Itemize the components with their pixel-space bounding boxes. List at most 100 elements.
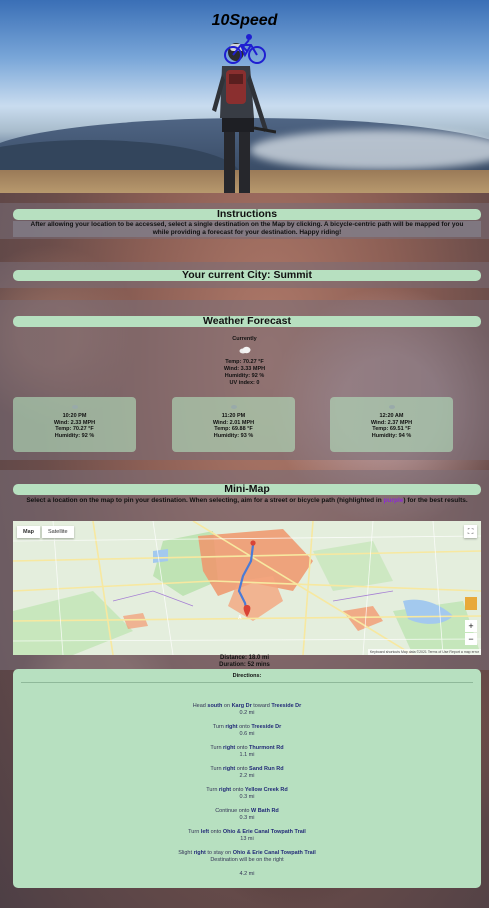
current-weather: Currently Temp: 70.27 °F Wind: 3.33 MPH … (0, 336, 489, 387)
map-footer-shortcuts[interactable]: Keyboard shortcuts (370, 650, 400, 654)
step-text: onto (237, 724, 252, 730)
directions-title: Directions: (232, 673, 262, 679)
cloud-icon (230, 405, 237, 409)
step-text: onto (231, 787, 245, 793)
map-tab-satellite[interactable]: Satellite (42, 526, 74, 538)
route-distance: Distance: 18.0 mi (219, 655, 270, 661)
instructions-header: Instructions (13, 209, 481, 220)
direction-distance: 0.3 mi (239, 794, 255, 800)
instructions-text: After allowing your location to be acces… (13, 221, 481, 237)
direction-instruction: Turn right onto Sand Run Rd (13, 766, 481, 773)
minimap-section: Mini-Map (13, 484, 481, 495)
direction-instruction: Slight right to stay on Ohio & Erie Cana… (13, 850, 481, 857)
step-text: onto (209, 829, 223, 835)
step-text: Slight (178, 850, 194, 856)
route-duration: Duration: 52 mins (219, 662, 270, 668)
step-text: Turn (210, 745, 224, 751)
direction-note: Destination will be on the right (210, 857, 284, 863)
map-footer-data: Map data ©2021 (400, 650, 427, 654)
forecast-humidity: Humidity: 93 % (213, 432, 254, 439)
map-graphic (13, 521, 481, 655)
current-temp: Temp: 70.27 °F (225, 359, 264, 365)
direction-instruction: Turn right onto Thurmont Rd (13, 745, 481, 752)
direction-distance: 0.2 mi (239, 710, 255, 716)
step-text: on (222, 703, 232, 709)
direction-instruction: Head south on Karg Dr toward Treeside Dr (13, 703, 481, 710)
direction-step: Turn right onto Sand Run Rd 2.2 mi (13, 766, 481, 780)
step-maneuver: right (223, 766, 236, 772)
step-maneuver: right (193, 850, 206, 856)
weather-section: Weather Forecast (13, 316, 481, 327)
direction-step: Turn left onto Ohio & Erie Canal Towpath… (13, 829, 481, 843)
step-text: Continue onto (215, 808, 251, 814)
direction-step: Turn right onto Treeside Dr 0.6 mi (13, 724, 481, 738)
direction-distance: 4.2 mi (239, 871, 255, 877)
current-humidity: Humidity: 92 % (224, 373, 265, 379)
fullscreen-icon[interactable]: ⛶ (464, 525, 477, 538)
pegman-icon[interactable] (465, 597, 477, 610)
directions-list: Head south on Karg Dr toward Treeside Dr… (13, 703, 481, 878)
current-uv: UV index: 0 (229, 380, 260, 386)
step-street: Treeside Dr (271, 703, 302, 709)
step-maneuver: left (200, 829, 210, 835)
step-street: Karg Dr (231, 703, 252, 709)
direction-instruction: Turn left onto Ohio & Erie Canal Towpath… (13, 829, 481, 836)
forecast-card: 10:20 PM Wind: 2.33 MPH Temp: 70.27 °F H… (13, 397, 136, 452)
cloud-icon (71, 405, 78, 409)
direction-step: Turn right onto Thurmont Rd 1.1 mi (13, 745, 481, 759)
instructions-section: Instructions After allowing your locatio… (13, 209, 481, 237)
step-text: Turn (210, 766, 224, 772)
map-footer-terms[interactable]: Terms of Use (428, 650, 449, 654)
current-wind: Wind: 3.33 MPH (223, 366, 266, 372)
map-tab-map[interactable]: Map (17, 526, 40, 538)
directions-divider (21, 682, 473, 683)
app-title: 10Speed (211, 12, 278, 29)
zoom-out-button[interactable]: − (465, 633, 477, 645)
direction-step: Continue onto W Bath Rd 0.3 mi (13, 808, 481, 822)
direction-distance: 0.3 mi (239, 815, 255, 821)
step-text: to stay on (205, 850, 233, 856)
marker-a-label: A (238, 615, 242, 621)
weather-header: Weather Forecast (13, 316, 481, 327)
bicycle-icon (224, 34, 266, 64)
step-text: Head (192, 703, 208, 709)
minimap-desc-highlight: purple (383, 497, 404, 504)
forecast-card: 12:20 AM Wind: 2.37 MPH Temp: 69.51 °F H… (330, 397, 453, 452)
step-maneuver: right (218, 787, 232, 793)
forecast-humidity: Humidity: 92 % (54, 432, 95, 439)
minimap-description: Select a location on the map to pin your… (13, 497, 481, 505)
step-street: W Bath Rd (250, 808, 279, 814)
step-street: Treeside Dr (251, 724, 282, 730)
minimap-desc-text-end: ) for the best results. (403, 497, 468, 504)
current-city: Your current City: Summit (13, 270, 481, 281)
directions-panel: Directions: Head south on Karg Dr toward… (13, 669, 481, 888)
forecast-humidity: Humidity: 94 % (371, 432, 412, 439)
direction-step: Head south on Karg Dr toward Treeside Dr… (13, 703, 481, 717)
route-summary: Distance: 18.0 mi Duration: 52 mins (0, 655, 489, 669)
minimap-desc-text: Select a location on the map to pin your… (26, 497, 384, 504)
zoom-in-button[interactable]: + (465, 620, 477, 632)
cloud-icon (388, 405, 395, 409)
step-text: onto (235, 766, 250, 772)
direction-distance: 0.6 mi (239, 731, 255, 737)
map-canvas[interactable]: Map Satellite ⛶ + − A Keyboard shortcuts… (13, 521, 481, 655)
map-footer-report[interactable]: Report a map error (449, 650, 479, 654)
step-text: onto (235, 745, 250, 751)
step-street: Ohio & Erie Canal Towpath Trail (232, 850, 316, 856)
step-street: Thurmont Rd (249, 745, 284, 751)
direction-distance: 2.2 mi (239, 773, 255, 779)
direction-distance: 13 mi (240, 836, 254, 842)
direction-instruction: Turn right onto Treeside Dr (13, 724, 481, 731)
step-street: Sand Run Rd (249, 766, 284, 772)
direction-step: Turn right onto Yellow Creek Rd 0.3 mi (13, 787, 481, 801)
direction-instruction: Continue onto W Bath Rd (13, 808, 481, 815)
step-text: Turn (206, 787, 219, 793)
step-text: Turn (188, 829, 201, 835)
current-label: Currently (232, 336, 257, 342)
step-text: Turn (212, 724, 226, 730)
direction-instruction: Turn right onto Yellow Creek Rd (13, 787, 481, 794)
direction-distance: 1.1 mi (239, 752, 255, 758)
minimap-header: Mini-Map (13, 484, 481, 495)
step-maneuver: right (225, 724, 238, 730)
step-street: Yellow Creek Rd (244, 787, 288, 793)
